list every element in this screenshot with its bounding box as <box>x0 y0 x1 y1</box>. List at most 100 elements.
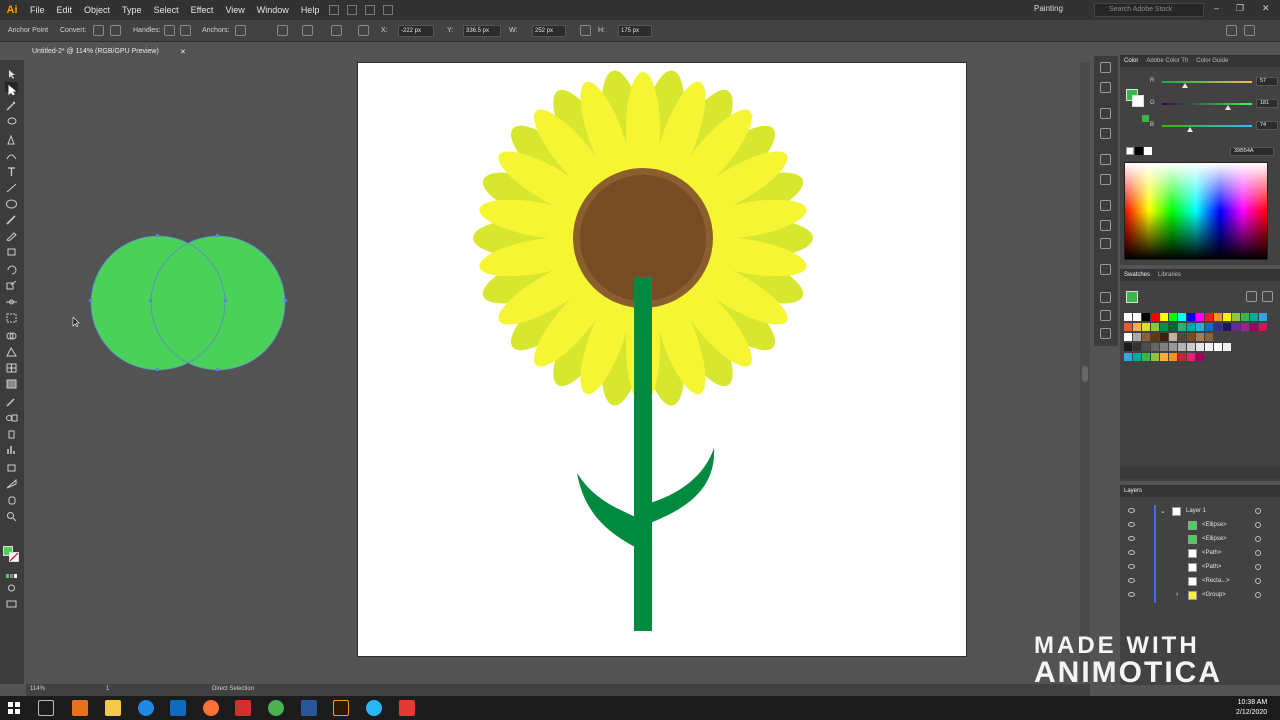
list-view-icon[interactable] <box>1246 291 1257 302</box>
color-swatch[interactable] <box>1160 313 1168 321</box>
color-swatch[interactable] <box>1124 313 1132 321</box>
red-knob[interactable] <box>1182 83 1188 88</box>
eyedropper-tool-icon[interactable] <box>5 394 18 407</box>
direct-selection-tool-icon[interactable] <box>5 82 18 96</box>
target-icon[interactable] <box>1255 522 1261 528</box>
color-swatch[interactable] <box>1151 343 1159 351</box>
color-swatch[interactable] <box>1214 323 1222 331</box>
flower-stem[interactable] <box>634 277 652 631</box>
blue-slider[interactable]: B 74 <box>1150 121 1278 132</box>
libraries-icon[interactable] <box>1100 128 1111 139</box>
screen-mode-icon[interactable] <box>5 596 18 608</box>
right-leaf[interactable] <box>650 448 715 523</box>
screencast-icon[interactable] <box>399 700 415 716</box>
swatch-fill-preview[interactable] <box>1126 291 1138 303</box>
restore-icon[interactable]: ❐ <box>1236 3 1244 14</box>
color-swatch[interactable] <box>1250 313 1258 321</box>
telegram-icon[interactable] <box>366 700 382 716</box>
visibility-eye-icon[interactable] <box>1128 578 1135 583</box>
green-slider[interactable]: G 181 <box>1150 99 1278 110</box>
magic-wand-tool-icon[interactable] <box>5 98 18 111</box>
image-trace-icon[interactable] <box>1100 264 1111 275</box>
gpu-performance-icon[interactable] <box>383 5 394 15</box>
y-field[interactable]: 336.5 px <box>463 25 501 37</box>
layer-row[interactable]: <Path> <box>1120 547 1280 561</box>
zoom-level[interactable]: 114% <box>30 686 45 692</box>
layer-row[interactable]: <Recta...> <box>1120 575 1280 589</box>
visibility-eye-icon[interactable] <box>1128 564 1135 569</box>
color-swatch[interactable] <box>1169 313 1177 321</box>
line-tool-icon[interactable] <box>5 180 18 193</box>
layer-name[interactable]: <Group> <box>1202 592 1226 598</box>
target-icon[interactable] <box>1255 536 1261 542</box>
color-swatch[interactable] <box>1250 323 1258 331</box>
overlapping-ellipses[interactable] <box>80 225 300 385</box>
chrome-icon[interactable] <box>268 700 284 716</box>
color-swatch[interactable] <box>1178 313 1186 321</box>
tab-libraries[interactable]: Libraries <box>1154 272 1185 278</box>
color-swatch[interactable] <box>1232 313 1240 321</box>
artboard[interactable] <box>357 62 967 657</box>
color-swatch[interactable] <box>1178 323 1186 331</box>
color-swatch[interactable] <box>1160 333 1168 341</box>
color-panel-icon[interactable] <box>1100 62 1111 73</box>
scroll-thumb[interactable] <box>1082 366 1088 382</box>
color-stroke-preview[interactable] <box>1132 95 1144 107</box>
color-swatch[interactable] <box>1196 333 1204 341</box>
hex-field[interactable]: 39B54A <box>1230 147 1274 156</box>
black-swatch[interactable] <box>1135 147 1143 155</box>
layer-row[interactable]: <Path> <box>1120 561 1280 575</box>
color-swatch[interactable] <box>1151 353 1159 361</box>
color-swatch[interactable] <box>1133 333 1141 341</box>
color-swatch[interactable] <box>1259 313 1267 321</box>
color-swatch[interactable] <box>1142 323 1150 331</box>
eraser-tool-icon[interactable] <box>5 244 18 256</box>
red-value-field[interactable]: 57 <box>1256 77 1278 86</box>
free-transform-tool-icon[interactable] <box>5 310 18 323</box>
color-swatch[interactable] <box>1133 353 1141 361</box>
color-swatch[interactable] <box>1169 333 1177 341</box>
pen-tool-icon[interactable] <box>5 132 18 145</box>
rotate-tool-icon[interactable] <box>5 262 18 275</box>
hide-handles-icon[interactable] <box>180 25 191 36</box>
color-swatch[interactable] <box>1160 343 1168 351</box>
color-swatch[interactable] <box>1205 313 1213 321</box>
paintbrush-tool-icon[interactable] <box>5 212 18 225</box>
draw-mode-icon[interactable] <box>5 580 18 592</box>
color-swatch[interactable] <box>1178 353 1186 361</box>
stock-search-input[interactable]: Search Adobe Stock <box>1094 3 1204 17</box>
color-swatch[interactable] <box>1124 323 1132 331</box>
layer-name[interactable]: <Ellipse> <box>1202 536 1227 542</box>
tab-color[interactable]: Color <box>1120 58 1142 64</box>
artboard-number[interactable]: 1 <box>106 686 109 692</box>
color-mode-icon[interactable] <box>5 568 18 578</box>
tab-adobe-color-themes[interactable]: Adobe Color Th <box>1142 58 1192 64</box>
shape-builder-tool-icon[interactable] <box>5 328 18 340</box>
convert-corner-icon[interactable] <box>93 25 104 36</box>
visibility-eye-icon[interactable] <box>1128 592 1135 597</box>
layer-name[interactable]: <Recta...> <box>1202 578 1230 584</box>
symbol-sprayer-tool-icon[interactable] <box>5 426 18 439</box>
target-icon[interactable] <box>1255 508 1261 514</box>
pencil-tool-icon[interactable] <box>5 228 18 242</box>
target-icon[interactable] <box>1255 592 1261 598</box>
graphic-styles-icon[interactable] <box>1100 328 1111 339</box>
layer-name[interactable]: <Ellipse> <box>1202 522 1227 528</box>
left-leaf[interactable] <box>577 473 637 548</box>
color-swatch[interactable] <box>1232 323 1240 331</box>
mesh-tool-icon[interactable] <box>5 360 18 373</box>
appearance-icon[interactable] <box>1100 174 1111 185</box>
color-swatch[interactable] <box>1241 323 1249 331</box>
file-explorer-icon[interactable] <box>105 700 121 716</box>
artboard-tool-icon[interactable] <box>5 460 18 472</box>
color-swatch[interactable] <box>1241 313 1249 321</box>
tab-color-guide[interactable]: Color Guide <box>1192 58 1232 64</box>
blue-knob[interactable] <box>1187 127 1193 132</box>
color-swatch[interactable] <box>1205 323 1213 331</box>
color-swatch[interactable] <box>1196 353 1204 361</box>
color-swatch[interactable] <box>1196 313 1204 321</box>
color-swatch[interactable] <box>1151 313 1159 321</box>
document-tab[interactable]: Untitled-2* @ 114% (RGB/GPU Preview) ✕ <box>26 46 190 60</box>
ellipse-right[interactable] <box>151 236 285 370</box>
align-icon[interactable] <box>331 25 342 36</box>
